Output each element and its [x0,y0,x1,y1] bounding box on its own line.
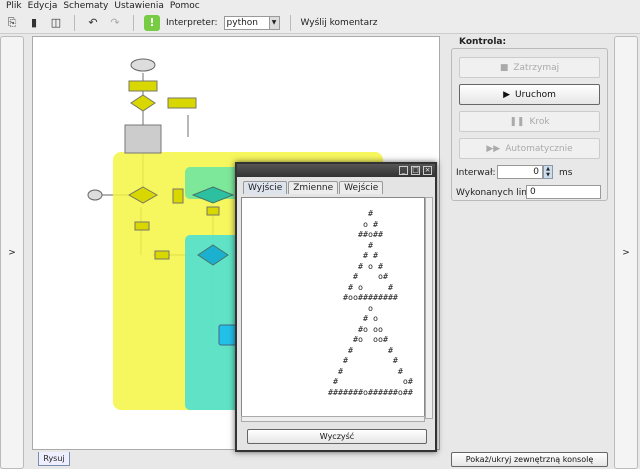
step-label: Krok [529,116,550,127]
run-label: Uruchom [515,89,556,100]
auto-label: Automatycznie [505,143,573,154]
output-text: # o # ##o## # # # # o # # o# # o # #oo##… [328,208,413,397]
declaration-node[interactable] [124,124,162,154]
process-node[interactable] [167,97,197,109]
console-window: _ □ × Wyjście Zmienne Wejście # o # ##o#… [235,162,437,452]
toolbar: ⎘ ▮ ◫ ↶ ↷ ! Interpreter: python ▼ Wyślij … [0,12,640,34]
stop-label: Zatrzymaj [513,62,560,73]
interval-input[interactable]: 0 [497,165,543,179]
tab-wejscie[interactable]: Wejście [339,181,384,194]
info-icon[interactable]: ! [144,14,160,31]
tab-rysuj[interactable]: Rysuj [38,452,70,466]
expand-icon: > [622,247,630,258]
window-titlebar[interactable]: _ □ × [237,164,435,177]
toggle-console-button[interactable]: Pokaż/ukryj zewnętrzną konsolę [451,452,608,467]
undo-icon[interactable]: ↶ [85,15,101,31]
right-panel-toggle[interactable]: > [614,36,638,469]
send-comment-button[interactable]: Wyślij komentarz [301,18,378,28]
console-tabs: Wyjście Zmienne Wejście [237,177,435,194]
minimize-icon[interactable]: _ [399,166,408,175]
interval-unit: ms [559,168,573,178]
play-icon: ▶ [503,89,510,100]
stop-button[interactable]: ■ Zatrzymaj [459,57,600,78]
process-node[interactable] [134,221,150,231]
menu-pomoc[interactable]: Pomoc [170,1,200,11]
expand-icon: > [8,247,16,258]
new-file-icon[interactable]: ⎘ [4,15,20,31]
process-node[interactable] [172,188,184,204]
step-button[interactable]: ❚❚ Krok [459,111,600,132]
redo-icon[interactable]: ↷ [107,15,123,31]
interpreter-label: Interpreter: [166,17,218,28]
fast-forward-icon: ▶▶ [486,143,501,154]
close-icon[interactable]: × [423,166,432,175]
toolbar-divider [133,14,134,31]
left-panel-toggle[interactable]: > [0,36,24,469]
menu-bar: Plik Edycja Schematy Ustawienia Pomoc [0,0,640,12]
interpreter-value: python [226,17,259,28]
menu-edycja[interactable]: Edycja [28,1,58,11]
horizontal-scrollbar[interactable] [241,416,425,422]
tab-zmienne[interactable]: Zmienne [288,181,339,194]
control-panel: Kontrola: ■ Zatrzymaj ▶ Uruchom ❚❚ Krok ▶▶ A… [447,36,610,469]
output-area[interactable]: # o # ##o## # # # # o # # o# # o # #oo##… [241,197,425,419]
toolbar-divider [74,14,75,31]
menu-schematy[interactable]: Schematy [63,1,108,11]
executed-lines-field: 0 [526,185,601,199]
save-as-icon[interactable]: ◫ [48,15,64,31]
menu-plik[interactable]: Plik [6,1,22,11]
start-node[interactable] [130,58,156,72]
tab-wyjscie[interactable]: Wyjście [243,181,288,194]
interval-spinner[interactable]: ▲ ▼ [543,165,553,179]
pause-icon: ❚❚ [509,116,525,127]
end-node[interactable] [87,189,103,201]
interval-label: Interwał: [456,168,496,178]
toolbar-divider [289,14,291,31]
interpreter-select[interactable]: python ▼ [223,15,280,30]
stop-icon: ■ [499,62,509,73]
process-node[interactable] [206,206,220,216]
auto-button[interactable]: ▶▶ Automatycznie [459,138,600,159]
process-node[interactable] [154,250,170,260]
chevron-down-icon: ▼ [268,16,279,29]
maximize-icon[interactable]: □ [411,166,420,175]
open-folder-icon[interactable]: ▮ [26,15,42,31]
menu-ustawienia[interactable]: Ustawienia [114,1,163,11]
executed-lines-label: Wykonanych linii: [456,188,535,198]
control-title: Kontrola: [459,37,507,47]
vertical-scrollbar[interactable] [425,197,433,419]
decision-node[interactable] [130,94,156,112]
clear-button[interactable]: Wyczyść [247,429,427,444]
process-node[interactable] [128,80,158,92]
run-button[interactable]: ▶ Uruchom [459,84,600,105]
